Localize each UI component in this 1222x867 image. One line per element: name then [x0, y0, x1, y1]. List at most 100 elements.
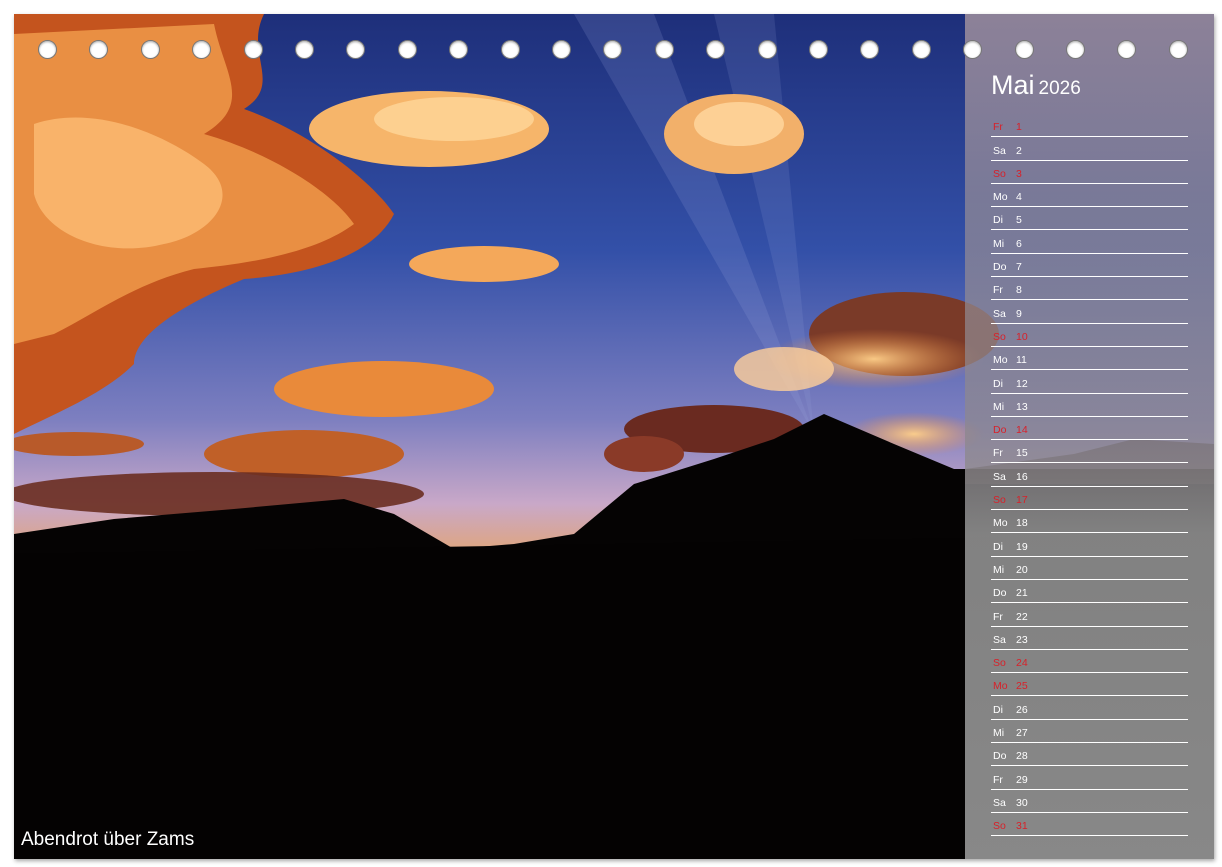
binding-ring-icon — [295, 40, 314, 59]
day-number: 3 — [1016, 167, 1022, 180]
day-weekday: Di — [993, 540, 1003, 553]
day-number: 23 — [1016, 633, 1028, 646]
day-number: 6 — [1016, 237, 1022, 250]
day-weekday: Di — [993, 377, 1003, 390]
day-row: Fr 8 — [991, 277, 1188, 301]
day-row: Sa 30 — [991, 790, 1188, 813]
day-number: 24 — [1016, 657, 1028, 670]
day-row: Mi 13 — [991, 394, 1188, 417]
day-weekday: Mo — [993, 191, 1008, 204]
day-number: 2 — [1016, 144, 1022, 157]
day-row: Mo 25 — [991, 673, 1188, 697]
day-row: Fr 29 — [991, 766, 1188, 790]
binding-ring-icon — [757, 40, 777, 59]
day-weekday: Fr — [993, 447, 1003, 460]
binding-ring-icon — [38, 40, 57, 59]
day-weekday: Fr — [993, 610, 1003, 623]
day-number: 29 — [1016, 773, 1028, 786]
binding-ring-icon — [500, 40, 520, 59]
day-weekday: So — [993, 657, 1006, 670]
binding-rings — [0, 24, 1222, 59]
day-number: 5 — [1016, 214, 1022, 227]
day-weekday: Sa — [993, 144, 1006, 157]
day-row: Sa 9 — [991, 300, 1188, 324]
day-number: 12 — [1016, 377, 1028, 390]
binding-ring-icon — [1168, 40, 1188, 59]
day-weekday: Mi — [993, 727, 1005, 740]
day-row: So 17 — [991, 487, 1188, 511]
day-number: 20 — [1016, 563, 1028, 576]
day-weekday: Mi — [993, 400, 1005, 413]
day-weekday: So — [993, 494, 1006, 507]
day-weekday: So — [993, 167, 1006, 180]
day-row: Mo 18 — [991, 510, 1188, 534]
photo-caption: Abendrot über Zams — [21, 829, 195, 850]
day-row: Do 14 — [991, 417, 1188, 441]
day-row: Di 26 — [991, 696, 1188, 720]
day-number: 22 — [1016, 610, 1028, 623]
day-weekday: Do — [993, 587, 1007, 600]
day-row: Mo 11 — [991, 347, 1188, 371]
day-number: 25 — [1016, 680, 1028, 693]
day-row: Mo 4 — [991, 184, 1188, 208]
day-weekday: Di — [993, 214, 1003, 227]
binding-ring-icon — [809, 40, 828, 59]
day-number: 31 — [1016, 820, 1028, 833]
day-weekday: Di — [993, 703, 1003, 716]
day-weekday: Sa — [993, 633, 1006, 646]
day-weekday: Sa — [993, 796, 1006, 809]
day-weekday: Mo — [993, 354, 1008, 367]
day-row: So 31 — [991, 813, 1188, 837]
day-number: 7 — [1016, 261, 1022, 274]
day-row: Sa 2 — [991, 137, 1188, 161]
binding-ring-icon — [654, 40, 674, 59]
day-row: Fr 1 — [991, 114, 1188, 138]
calendar-panel: Mai 2026 Fr 1 Sa 2 So 3 Mo 4 Di 5 Mi 6 Do 7 Fr 8 Sa 9 So 10 M… — [965, 14, 1214, 859]
day-weekday: Sa — [993, 470, 1006, 483]
day-row: Mi 20 — [991, 557, 1188, 580]
day-weekday: Do — [993, 750, 1007, 763]
binding-ring-icon — [397, 40, 417, 59]
day-weekday: Mo — [993, 517, 1008, 530]
day-weekday: Fr — [993, 284, 1003, 297]
day-number: 19 — [1016, 540, 1028, 553]
day-weekday: Do — [993, 424, 1007, 437]
day-row: So 10 — [991, 324, 1188, 347]
month-name: Mai — [991, 70, 1035, 100]
day-weekday: So — [993, 820, 1006, 833]
day-number: 28 — [1016, 750, 1028, 763]
day-weekday: Mo — [993, 680, 1008, 693]
day-row: So 24 — [991, 650, 1188, 674]
day-weekday: So — [993, 330, 1006, 343]
calendar-page: Abendrot über Zams Mai 2026 Fr 1 Sa 2 So 3 Mo 4 D… — [14, 14, 1214, 859]
day-number: 18 — [1016, 517, 1028, 530]
day-row: Fr 22 — [991, 603, 1188, 627]
day-row: Mi 27 — [991, 720, 1188, 744]
day-number: 4 — [1016, 191, 1022, 204]
month-year: 2026 — [1038, 78, 1081, 99]
month-header: Mai 2026 — [991, 70, 1081, 101]
day-weekday: Do — [993, 261, 1007, 274]
day-number: 11 — [1016, 354, 1027, 367]
day-number: 9 — [1016, 307, 1022, 320]
day-row: Sa 23 — [991, 627, 1188, 650]
day-weekday: Mi — [993, 563, 1005, 576]
day-row: Di 12 — [991, 370, 1188, 394]
day-number: 27 — [1016, 727, 1028, 740]
binding-ring-icon — [552, 40, 571, 59]
day-weekday: Fr — [993, 121, 1003, 134]
day-row: Mi 6 — [991, 230, 1188, 254]
day-row: Do 21 — [991, 580, 1188, 604]
day-row: Di 19 — [991, 533, 1188, 557]
day-row: Fr 15 — [991, 440, 1188, 464]
day-number: 13 — [1016, 400, 1028, 413]
day-number: 30 — [1016, 796, 1028, 809]
day-weekday: Sa — [993, 307, 1006, 320]
binding-ring-icon — [1066, 40, 1085, 59]
day-number: 21 — [1016, 587, 1028, 600]
binding-ring-icon — [911, 40, 931, 59]
day-row: Di 5 — [991, 207, 1188, 231]
binding-ring-icon — [140, 40, 160, 59]
day-number: 10 — [1016, 330, 1028, 343]
day-row: Do 7 — [991, 254, 1188, 278]
